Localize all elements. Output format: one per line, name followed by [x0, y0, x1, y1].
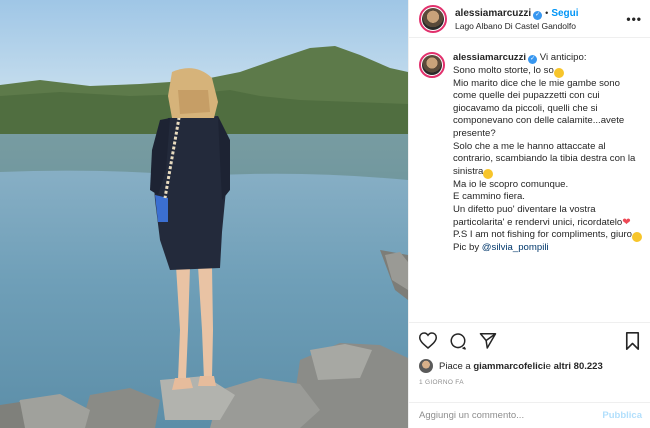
post-photo[interactable] [0, 0, 408, 428]
caption-line: Solo che a me le hanno attaccate al cont… [453, 140, 636, 177]
author-info: alessiamarcuzzi ✓ • Segui Lago Albano Di Ca… [455, 5, 626, 33]
caption-line: Vi anticipo: [539, 52, 587, 63]
post-sidebar: alessiamarcuzzi ✓ • Segui Lago Albano Di Ca… [408, 0, 650, 428]
comment-input[interactable] [419, 410, 603, 421]
caption-line: E cammino fiera. [453, 191, 525, 203]
action-bar [409, 323, 650, 355]
actions-section: Piace a giammarcofelici e altri 80.223 1… [409, 322, 650, 386]
mention-link[interactable]: @silvia_pompili [482, 242, 549, 253]
red-heart-icon: ❤ [622, 216, 631, 228]
caption-text: alessiamarcuzzi ✓ Vi anticipo: Sono molto… [453, 52, 642, 322]
liker-avatar[interactable] [419, 359, 433, 373]
photo-illustration [0, 0, 408, 428]
verified-icon: ✓ [533, 10, 543, 20]
bookmark-icon[interactable] [625, 331, 640, 355]
grimace-emoji-icon: x [553, 67, 564, 78]
caption-line: Pic by [453, 242, 482, 254]
author-avatar[interactable] [419, 4, 447, 33]
likes-summary: Piace a giammarcofelici e altri 80.223 [409, 355, 650, 377]
laughing-emoji-icon: x [483, 168, 494, 179]
post-header: alessiamarcuzzi ✓ • Segui Lago Albano Di Ca… [409, 0, 650, 38]
caption-line: P.S I am not fishing for compliments, gi… [453, 229, 632, 241]
post-location[interactable]: Lago Albano Di Castel Gandolfo [455, 20, 626, 33]
follow-button[interactable]: Segui [551, 8, 578, 19]
post-timestamp[interactable]: 1 GIORNO FA [409, 379, 650, 386]
comment-icon[interactable] [449, 332, 467, 355]
caption-line: Sono molto storte, lo so [453, 64, 554, 76]
publish-button[interactable]: Pubblica [602, 410, 642, 421]
author-username[interactable]: alessiamarcuzzi [455, 8, 531, 19]
grinning-emoji-icon: x [632, 232, 642, 243]
liker-username[interactable]: giammarcofelici [473, 361, 545, 372]
heart-icon[interactable] [418, 332, 438, 354]
separator-dot: • [545, 7, 549, 18]
instagram-post: alessiamarcuzzi ✓ • Segui Lago Albano Di Ca… [0, 0, 650, 428]
caption-line: Mio marito dice che le mie gambe sono co… [453, 77, 625, 139]
likes-count-link[interactable]: altri 80.223 [554, 361, 603, 372]
likes-prefix: Piace a [439, 360, 471, 372]
more-options-icon[interactable]: ••• [626, 12, 642, 26]
comment-box: Pubblica [409, 402, 650, 428]
share-icon[interactable] [479, 332, 497, 354]
likes-conjunction: e [545, 360, 551, 372]
caption-block: alessiamarcuzzi ✓ Vi anticipo: Sono molto… [419, 52, 642, 322]
caption-line: Un difetto puo' diventare la vostra part… [453, 203, 623, 228]
verified-icon: ✓ [528, 55, 538, 64]
caption-avatar[interactable] [419, 52, 445, 78]
caption-line: Ma io le scopro comunque. [453, 178, 569, 190]
caption-username[interactable]: alessiamarcuzzi [453, 52, 526, 63]
